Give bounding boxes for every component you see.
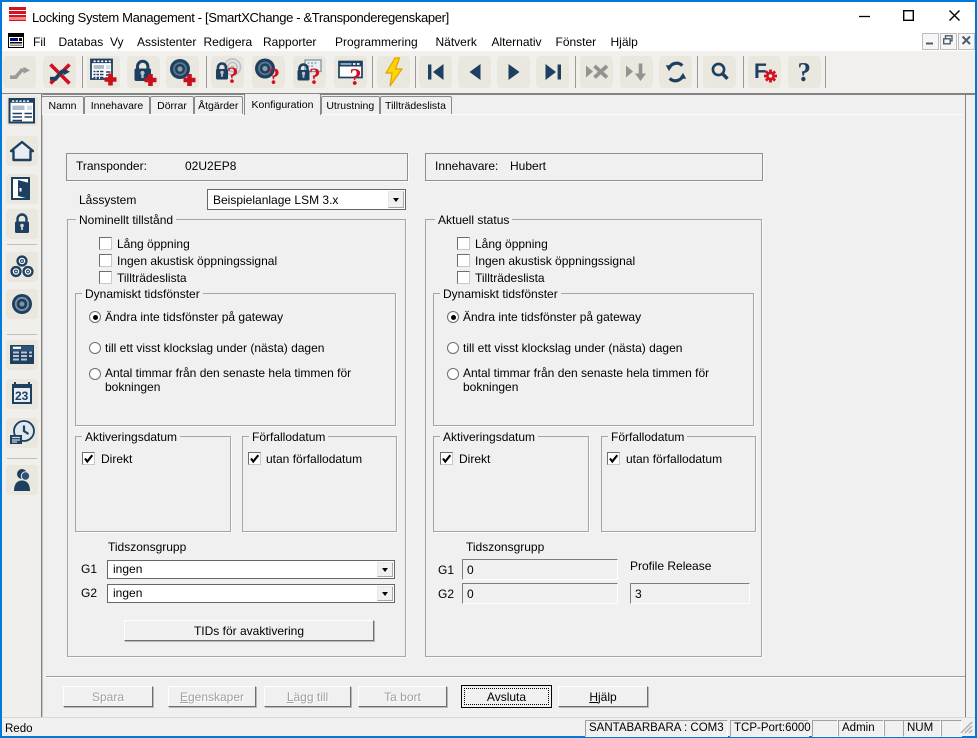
svg-text:?: ? — [309, 64, 321, 86]
svg-text:23: 23 — [15, 389, 29, 403]
svg-text:?: ? — [227, 63, 239, 86]
svg-text:?: ? — [797, 58, 811, 86]
svg-text:?: ? — [268, 64, 280, 86]
svg-text:?: ? — [349, 65, 361, 86]
